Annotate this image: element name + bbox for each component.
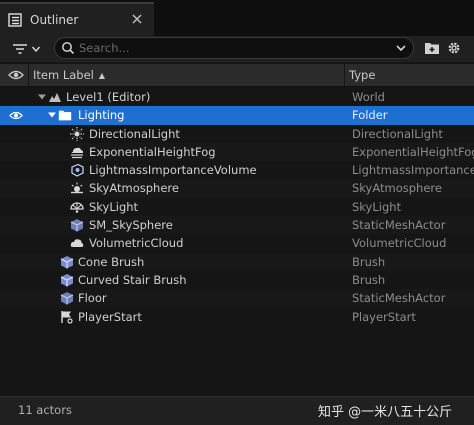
close-icon[interactable] (130, 12, 144, 26)
tree-row[interactable]: VolumetricCloud VolumetricCloud (0, 234, 474, 252)
row-type: World (352, 90, 385, 104)
outliner-tree: Level1 (Editor) World Lighting Folder Direct… (0, 88, 474, 326)
row-label: PlayerStart (78, 309, 142, 324)
chevron-down-icon (31, 44, 41, 54)
level-icon (48, 90, 62, 104)
filter-button[interactable] (12, 40, 46, 58)
row-label: Cone Brush (78, 254, 145, 269)
static-mesh-icon (60, 291, 74, 305)
tree-row[interactable]: Curved Stair Brush Brush (0, 271, 474, 289)
actor-count: 11 actors (18, 403, 72, 417)
fog-icon (70, 145, 84, 159)
tree-row[interactable]: Level1 (Editor) World (0, 88, 474, 106)
row-label: SM_SkySphere (89, 218, 173, 233)
column-header: Item Label ▲ Type (0, 64, 474, 87)
tree-row[interactable]: SkyAtmosphere SkyAtmosphere (0, 179, 474, 198)
row-type: PlayerStart (352, 309, 416, 324)
watermark: 知乎 @一米八五十公斤 (318, 405, 453, 420)
tree-row[interactable]: LightmassImportanceVolume LightmassImport… (0, 161, 474, 179)
outliner-icon (8, 13, 22, 27)
directional-light-icon (70, 126, 84, 141)
row-type: Folder (352, 108, 388, 123)
volume-icon (70, 163, 84, 177)
tree-row[interactable]: Cone Brush Brush (0, 252, 474, 271)
toolbar (0, 36, 474, 62)
row-type: Brush (352, 254, 386, 269)
row-label: DirectionalLight (89, 126, 180, 141)
sort-ascending-icon: ▲ (98, 70, 106, 80)
tree-row[interactable]: Lighting Folder (0, 106, 474, 125)
tree-row[interactable]: ExponentialHeightFog ExponentialHeightFog (0, 142, 474, 162)
row-type: StaticMeshActor (352, 218, 446, 233)
brush-icon (60, 273, 74, 287)
tree-row[interactable]: DirectionalLight DirectionalLight (0, 125, 474, 143)
column-type[interactable]: Type (349, 68, 375, 82)
expand-arrow-icon[interactable] (48, 111, 56, 119)
row-label: Curved Stair Brush (78, 272, 187, 287)
eye-icon[interactable] (8, 69, 24, 81)
search-icon (61, 41, 75, 55)
add-folder-icon[interactable] (424, 40, 440, 56)
tree-row[interactable]: SM_SkySphere StaticMeshActor (0, 216, 474, 235)
sky-atmosphere-icon (70, 181, 84, 195)
row-type: VolumetricCloud (352, 236, 447, 251)
tree-row[interactable]: Floor StaticMeshActor (0, 289, 474, 308)
row-type: DirectionalLight (352, 126, 443, 141)
tree-row[interactable]: SkyLight SkyLight (0, 198, 474, 216)
expand-arrow-icon[interactable] (38, 93, 46, 101)
row-label: Floor (78, 291, 107, 306)
sky-light-icon (70, 200, 84, 214)
row-type: SkyAtmosphere (352, 181, 442, 196)
row-label: SkyLight (89, 199, 139, 214)
row-label: ExponentialHeightFog (89, 144, 216, 159)
search-box (54, 37, 414, 59)
row-type: ExponentialHeightFog (352, 144, 474, 159)
tab-title: Outliner (30, 13, 79, 27)
brush-icon (60, 255, 74, 269)
row-type: Brush (352, 272, 386, 287)
search-dropdown-icon[interactable] (395, 42, 407, 54)
row-label: SkyAtmosphere (89, 181, 179, 196)
column-divider (344, 64, 345, 86)
row-label: VolumetricCloud (89, 236, 184, 251)
row-type: SkyLight (352, 199, 402, 214)
tree-row[interactable]: PlayerStart PlayerStart (0, 308, 474, 326)
static-mesh-icon (70, 218, 84, 232)
column-item-label[interactable]: Item Label ▲ (33, 68, 105, 82)
cloud-icon (70, 236, 84, 250)
row-label: Level1 (Editor) (66, 90, 151, 104)
status-bar: 11 actors 知乎 @一米八五十公斤 (0, 396, 474, 425)
row-label: LightmassImportanceVolume (89, 163, 257, 178)
column-divider (28, 64, 29, 86)
gear-icon[interactable] (446, 40, 462, 56)
column-item-label-text: Item Label (33, 68, 94, 82)
folder-icon (58, 108, 72, 122)
search-input[interactable] (79, 40, 379, 56)
row-type: LightmassImportanceV (352, 163, 474, 178)
row-type: StaticMeshActor (352, 291, 446, 306)
tab-outliner[interactable]: Outliner (0, 2, 154, 36)
visibility-eye-icon[interactable] (9, 110, 23, 121)
row-label: Lighting (78, 108, 125, 123)
tab-bar: Outliner (0, 0, 474, 36)
filter-icon (12, 42, 28, 56)
player-start-icon (60, 310, 74, 324)
